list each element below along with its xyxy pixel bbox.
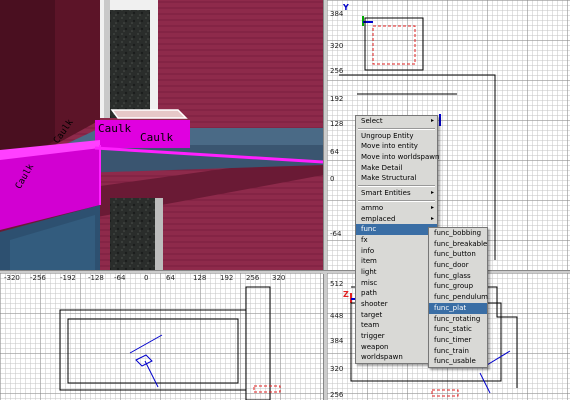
menu-item-label: path (361, 289, 377, 298)
menu-item-label: func_group (434, 282, 474, 291)
menu-item-label: Move into worldspawn (361, 153, 440, 162)
menu-item-func[interactable]: func▸ (356, 224, 437, 235)
func-submenu: func_bobbing func_breakable func_buttonfun… (428, 227, 488, 368)
caulk-texture-label-2: Caulk (140, 131, 174, 144)
menu-item-label: func_pendulum (434, 293, 488, 302)
menu-item-label: Make Detail (361, 163, 403, 172)
menu-item-label: shooter (361, 300, 388, 308)
ruler-label: 320 (330, 365, 344, 373)
menu-item-label: func_rotating (434, 314, 481, 323)
menu-item-move-into-worldspawn[interactable]: Move into worldspawn (356, 152, 440, 163)
menu-item-label: misc (361, 278, 378, 287)
menu-item-label: team (361, 321, 380, 330)
front-view-geometry (59, 286, 281, 400)
ruler-label: 256 (330, 67, 344, 75)
front-2d-view[interactable]: -320 -256 -192 -128 -64 0 64 128 192 256… (0, 273, 323, 400)
menu-item-label: weapon (361, 342, 389, 351)
menu-item-label: func_plat (434, 303, 467, 312)
submenu-item-func-train[interactable]: func_train (429, 346, 487, 357)
ruler-label: 256 (330, 391, 344, 399)
submenu-item-func-breakable[interactable]: func_breakable (429, 239, 487, 250)
submenu-item-func-bobbing[interactable]: func_bobbing (429, 228, 487, 239)
menu-item-label: info (361, 246, 375, 255)
menu-item-label: Select (361, 117, 383, 125)
submenu-item-func-timer[interactable]: func_timer (429, 335, 487, 346)
menu-item-label: Smart Entities (361, 189, 411, 198)
menu-item-item[interactable]: item▸ (356, 256, 437, 267)
menu-item-label: trigger (361, 332, 385, 341)
menu-item-ungroup-entity[interactable]: Ungroup Entity (356, 131, 437, 142)
menu-item-label: Make Structural (361, 174, 417, 183)
menu-item-label: target (361, 310, 383, 319)
submenu-item-func-button[interactable]: func_button (429, 249, 487, 260)
menu-item-path[interactable]: path▸ (356, 288, 437, 299)
menu-item-label: fx (361, 235, 368, 244)
menu-item-target[interactable]: target▸ (356, 310, 437, 321)
menu-item-label: func (361, 225, 377, 234)
ruler-label: 512 (330, 280, 344, 288)
menu-item-shooter[interactable]: shooter▸ (356, 299, 437, 310)
menu-item-label: func_button (434, 250, 476, 259)
menu-item-ammo[interactable]: ammo ▸ (356, 203, 437, 214)
submenu-item-func-group[interactable]: func_group (429, 281, 487, 292)
menu-item-make-detail[interactable]: Make Detail (356, 163, 437, 174)
menu-item-label: Ungroup Entity (361, 131, 414, 140)
ruler-label: 384 (330, 337, 344, 345)
menu-item-worldspawn[interactable]: worldspawn (356, 352, 437, 363)
menu-item-light[interactable]: light▸ (356, 267, 437, 278)
submenu-item-func-glass[interactable]: func_glass (429, 271, 487, 282)
menu-item-label: func_breakable (434, 239, 488, 248)
submenu-item-func-static[interactable]: func_static (429, 324, 487, 335)
context-menu: Select ▸ Ungroup Entity Move into entity Mov… (355, 115, 440, 365)
submenu-arrow-icon: ▸ (430, 117, 434, 124)
submenu-item-func-rotating[interactable]: func_rotating (429, 314, 487, 325)
submenu-arrow-icon: ▸ (430, 214, 434, 222)
menu-item-label: func_static (434, 325, 472, 334)
ruler-label: 448 (330, 312, 344, 320)
menu-item-misc[interactable]: misc▸ (356, 278, 437, 289)
ruler-label: 128 (330, 120, 344, 128)
menu-item-label: func_timer (434, 335, 472, 344)
caulk-texture-label-1: Caulk (98, 122, 132, 135)
menu-item-label: emplaced (361, 214, 396, 223)
menu-item-info[interactable]: info▸ (356, 246, 437, 257)
menu-item-label: ammo (361, 203, 384, 212)
submenu-item-func-pendulum[interactable]: func_pendulum (429, 292, 488, 303)
submenu-item-func-usable[interactable]: func_usable (429, 356, 487, 367)
menu-item-move-into-entity[interactable]: Move into entity (356, 141, 437, 152)
camera-3d-view[interactable]: Caulk Caulk Caulk Caulk (0, 0, 323, 270)
menu-separator (358, 127, 435, 130)
ruler-label: 192 (330, 95, 344, 103)
ruler-label: -64 (330, 230, 342, 238)
menu-item-weapon[interactable]: weapon▸ (356, 342, 437, 353)
submenu-arrow-icon: ▸ (430, 203, 434, 211)
menu-item-select[interactable]: Select ▸ (356, 116, 437, 127)
menu-item-label: item (361, 257, 377, 266)
ruler-label: 320 (330, 42, 344, 50)
menu-item-label: func_train (434, 346, 469, 355)
menu-item-smart-entities[interactable]: Smart Entities ▸ (356, 188, 437, 199)
menu-item-emplaced[interactable]: emplaced ▸ (356, 214, 437, 225)
menu-item-trigger[interactable]: trigger▸ (356, 331, 437, 342)
ruler-label: 384 (330, 10, 344, 18)
menu-item-label: Move into entity (361, 142, 418, 151)
menu-separator (358, 199, 435, 202)
menu-item-label: light (361, 267, 377, 276)
menu-item-label: func_usable (434, 357, 476, 366)
submenu-item-func-plat[interactable]: func_plat (429, 302, 487, 314)
ruler-label: 64 (330, 148, 339, 156)
menu-item-team[interactable]: team▸ (356, 320, 437, 331)
menu-item-label: worldspawn (361, 353, 403, 362)
menu-item-make-structural[interactable]: Make Structural (356, 173, 437, 184)
submenu-item-func-door[interactable]: func_door (429, 260, 487, 271)
menu-item-label: func_door (434, 261, 469, 270)
menu-separator (358, 185, 435, 188)
menu-item-label: func_glass (434, 271, 471, 280)
submenu-arrow-icon: ▸ (430, 189, 434, 197)
menu-item-fx[interactable]: fx▸ (356, 235, 437, 246)
ruler-label: 0 (330, 175, 335, 183)
menu-item-label: func_bobbing (434, 229, 482, 237)
